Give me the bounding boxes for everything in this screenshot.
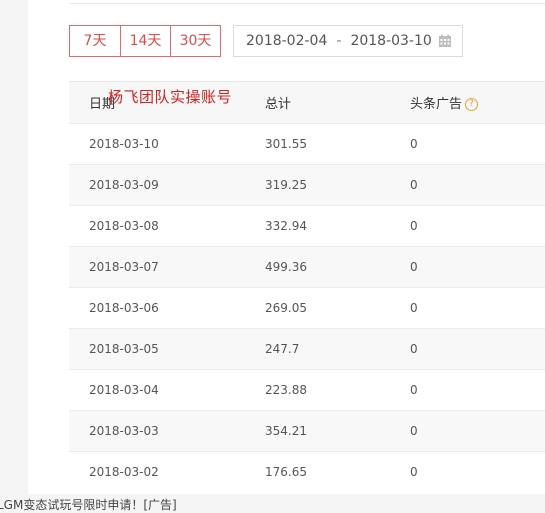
end-date: 2018-03-10: [350, 33, 432, 49]
cell-total: 269.05: [265, 301, 307, 315]
table-row: 2018-03-03 354.21 0: [69, 410, 545, 452]
cell-total: 176.65: [265, 465, 307, 480]
column-header-total: 总计: [265, 97, 292, 112]
range-14-days-button[interactable]: 14天: [120, 26, 170, 56]
cell-ads: 0: [410, 137, 418, 151]
cell-ads: 0: [410, 383, 418, 397]
cell-date: 2018-03-03: [89, 424, 159, 438]
table-row: 2018-03-08 332.94 0: [69, 205, 545, 247]
cell-date: 2018-03-10: [89, 137, 159, 151]
cell-ads: 0: [410, 465, 418, 480]
cell-total: 301.55: [265, 137, 307, 151]
table-row: 2018-03-09 319.25 0: [69, 164, 545, 206]
cell-date: 2018-03-05: [89, 342, 159, 356]
cell-total: 332.94: [265, 219, 307, 233]
cell-date: 2018-03-07: [89, 260, 159, 274]
column-header-toutiao-ads: 头条广告?: [409, 82, 545, 124]
range-7-days-button[interactable]: 7天: [70, 26, 120, 56]
table-row: 2018-03-02 176.65 0: [69, 451, 545, 493]
cell-ads: 0: [410, 301, 418, 315]
help-icon[interactable]: ?: [465, 98, 479, 111]
calendar-icon[interactable]: [438, 34, 452, 48]
cell-date: 2018-03-02: [89, 465, 159, 480]
date-separator: -: [336, 33, 342, 49]
cell-total: 223.88: [265, 383, 307, 397]
table-row: 2018-03-05 247.7 0: [69, 328, 545, 370]
range-30-days-button[interactable]: 30天: [170, 26, 220, 56]
cell-total: 247.7: [265, 342, 300, 356]
date-range-picker[interactable]: 2018-02-04 - 2018-03-10: [233, 25, 463, 57]
start-date: 2018-02-04: [246, 33, 328, 49]
cell-ads: 0: [410, 342, 418, 356]
cell-ads: 0: [410, 424, 418, 438]
cell-total: 354.21: [265, 424, 307, 438]
column-header-toutiao-ads-label: 头条广告: [410, 97, 463, 112]
divider: [70, 3, 545, 4]
cell-total: 499.36: [265, 260, 307, 274]
cell-date: 2018-03-08: [89, 219, 159, 233]
cell-ads: 0: [410, 178, 418, 192]
date-range-quick-select: 7天 14天 30天: [69, 25, 221, 57]
table-row: 2018-03-07 499.36 0: [69, 246, 545, 288]
ad-link[interactable]: LGM变态试玩号限时申请！[广告]: [0, 496, 177, 513]
cell-date: 2018-03-06: [89, 301, 159, 315]
account-watermark: 杨飞团队实操账号: [108, 88, 233, 106]
cell-date: 2018-03-09: [89, 178, 159, 192]
cell-ads: 0: [410, 260, 418, 274]
cell-total: 319.25: [265, 178, 307, 192]
table-row: 2018-03-04 223.88 0: [69, 369, 545, 411]
table-row: 2018-03-10 301.55 0: [69, 123, 545, 165]
table-row: 2018-03-06 269.05 0: [69, 287, 545, 329]
revenue-table: 日期 总计 头条广告? 2018-03-10 301.55 0 2018-03-09 3…: [69, 81, 545, 493]
cell-date: 2018-03-04: [89, 383, 159, 397]
cell-ads: 0: [410, 219, 418, 233]
